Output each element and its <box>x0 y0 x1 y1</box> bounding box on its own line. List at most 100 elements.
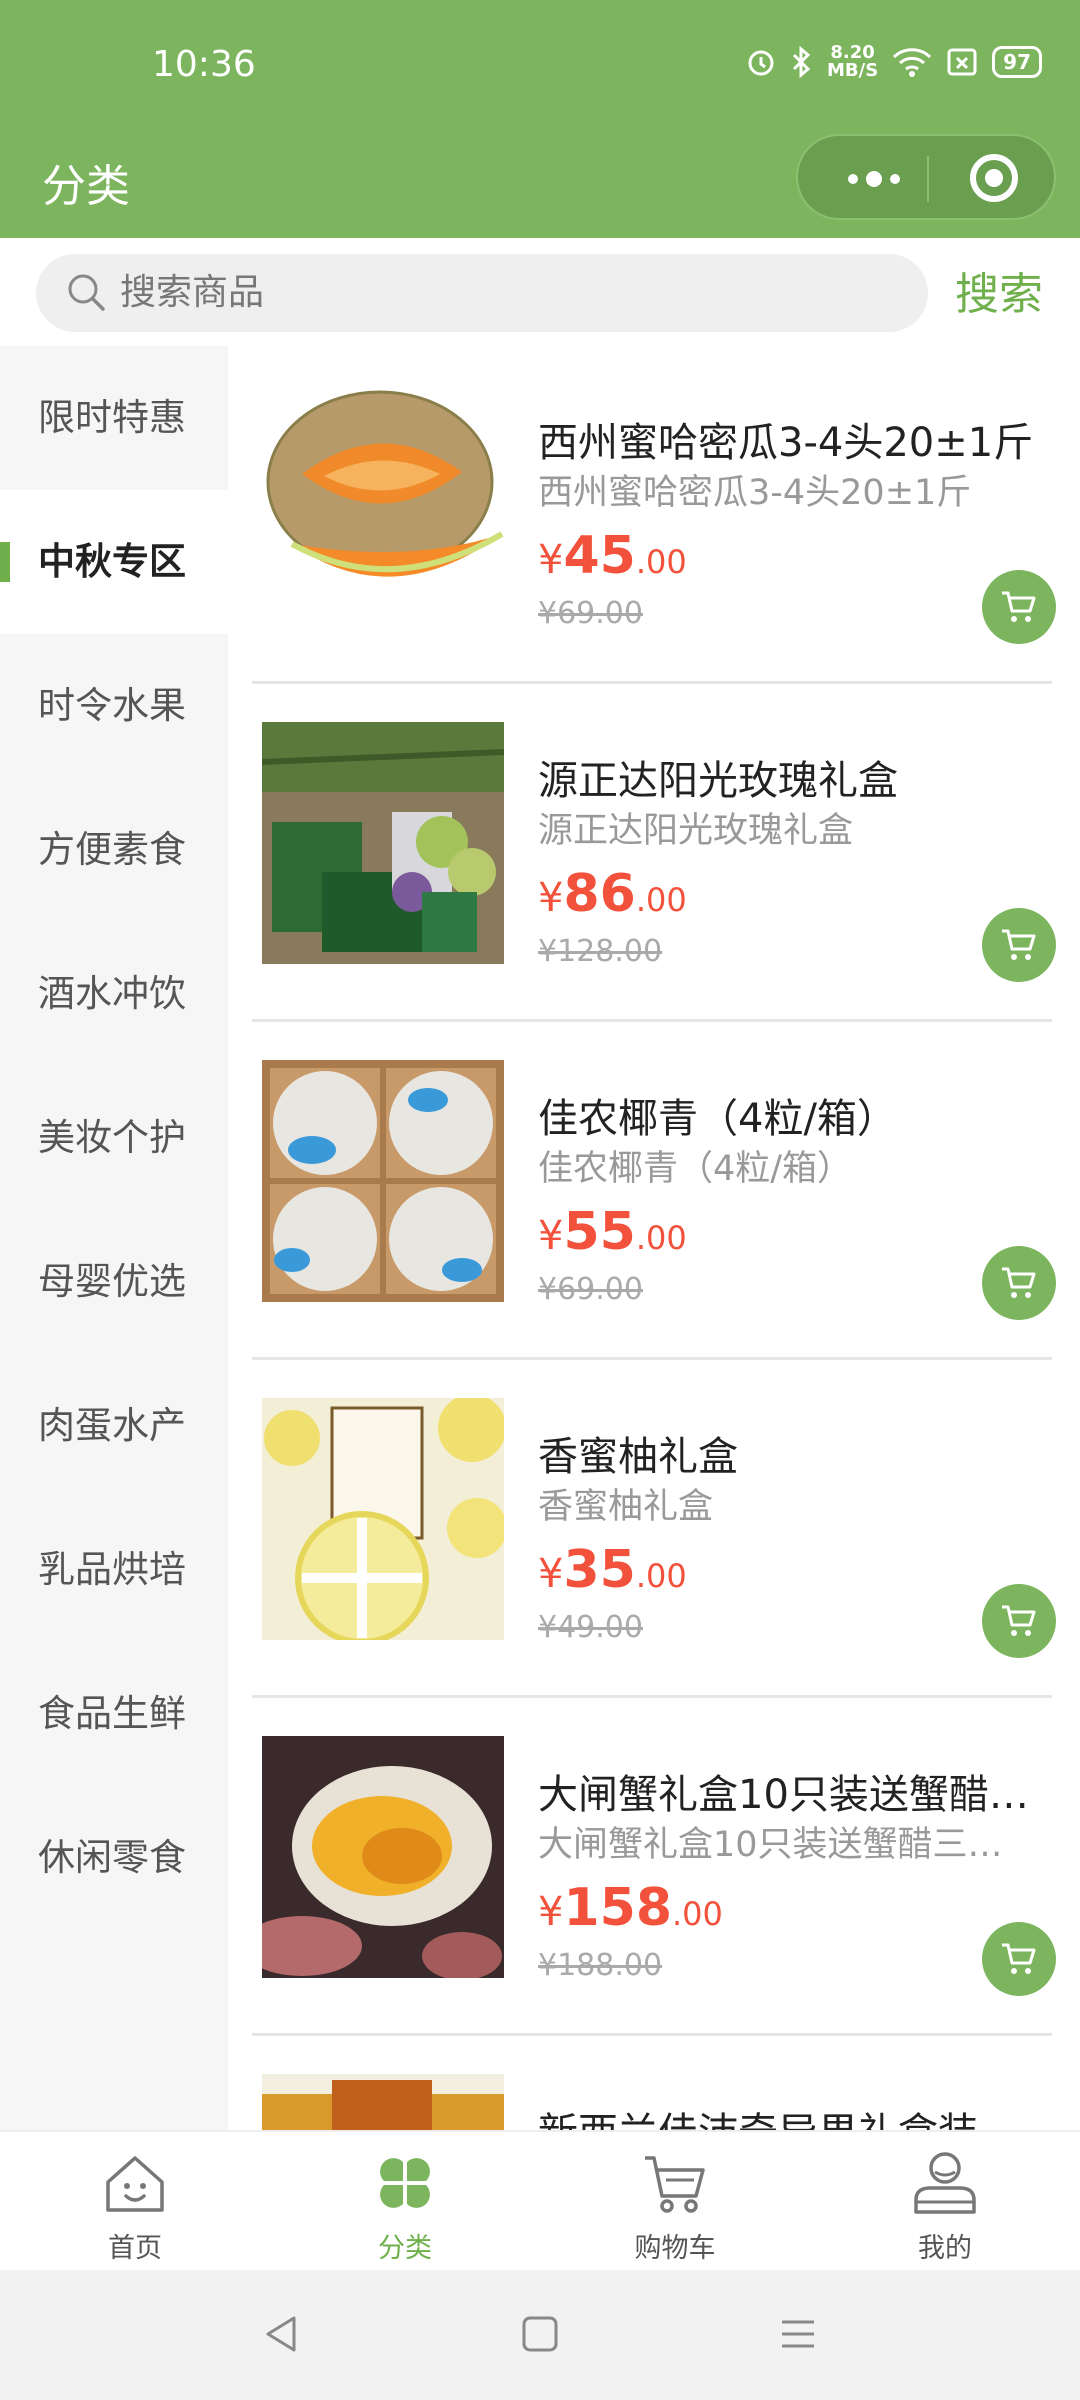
add-to-cart-button[interactable] <box>982 570 1056 644</box>
tab-label: 购物车 <box>634 2233 716 2264</box>
product-list: 西州蜜哈密瓜3-4头20±1斤 西州蜜哈密瓜3-4头20±1斤 ¥45.00 ¥… <box>228 346 1080 2130</box>
product-card[interactable]: 西州蜜哈密瓜3-4头20±1斤 西州蜜哈密瓜3-4头20±1斤 ¥45.00 ¥… <box>252 346 1056 684</box>
product-price: ¥158.00 <box>538 1878 723 1938</box>
sidebar-item-baby[interactable]: 母婴优选 <box>0 1210 228 1354</box>
product-image-kiwi <box>262 2074 504 2130</box>
add-to-cart-button[interactable] <box>982 1246 1056 1320</box>
product-image-pomelo <box>262 1398 504 1640</box>
sidebar-item-snacks[interactable]: 休闲零食 <box>0 1786 228 1930</box>
sidebar-item-dairy-bakery[interactable]: 乳品烘培 <box>0 1498 228 1642</box>
product-card[interactable]: 新西兰佳沛奇异果礼盒装 <box>252 2036 1052 2130</box>
tab-label: 分类 <box>378 2233 432 2264</box>
original-price: ¥188.00 <box>538 1948 663 1983</box>
product-image-coconut <box>262 1060 504 1302</box>
product-name: 源正达阳光玫瑰礼盒 <box>538 758 898 804</box>
product-card[interactable]: 佳农椰青（4粒/箱） 佳农椰青（4粒/箱） ¥55.00 ¥69.00 <box>252 1022 1056 1360</box>
cart-icon <box>1002 1605 1036 1636</box>
product-name: 香蜜柚礼盒 <box>538 1434 738 1480</box>
product-price: ¥35.00 <box>538 1540 687 1600</box>
add-to-cart-button[interactable] <box>982 1584 1056 1658</box>
cart-icon <box>1002 1943 1036 1974</box>
add-to-cart-button[interactable] <box>982 1922 1056 1996</box>
sidebar-item-seasonal-fruit[interactable]: 时令水果 <box>0 634 228 778</box>
bottom-tab-bar: 首页 分类 购物车 我的 <box>0 2130 1080 2270</box>
price-integer: 86 <box>563 864 636 924</box>
original-price: ¥69.00 <box>538 1272 643 1307</box>
page-title: 分类 <box>42 161 130 212</box>
product-name: 大闸蟹礼盒10只装送蟹醋… <box>538 1772 1029 1818</box>
search-button[interactable]: 搜索 <box>955 258 1043 322</box>
product-name: 西州蜜哈密瓜3-4头20±1斤 <box>538 420 1034 466</box>
original-price: ¥49.00 <box>538 1610 643 1645</box>
miniprogram-capsule <box>796 134 1056 220</box>
status-bar: 10:36 8.20 MB/S 97 <box>0 0 1080 120</box>
price-decimal: .00 <box>635 1557 687 1595</box>
cart-icon <box>645 2156 705 2213</box>
status-icons: 8.20 MB/S 97 <box>745 44 1042 80</box>
product-image-melon <box>262 384 504 626</box>
price-currency: ¥ <box>538 1889 564 1935</box>
wifi-icon <box>893 48 932 77</box>
cart-icon <box>1002 591 1036 622</box>
product-image-crab <box>262 1736 504 1978</box>
price-decimal: .00 <box>672 1895 723 1933</box>
tab-category[interactable]: 分类 <box>270 2132 540 2272</box>
category-sidebar: 限时特惠 中秋专区 时令水果 方便素食 酒水冲饮 美妆个护 母婴优选 肉蛋水产 … <box>0 346 228 2130</box>
product-desc: 源正达阳光玫瑰礼盒 <box>538 811 854 851</box>
sidebar-item-fresh-food[interactable]: 食品生鲜 <box>0 1642 228 1786</box>
original-price: ¥69.00 <box>538 596 643 631</box>
sidebar-item-meat-eggs-seafood[interactable]: 肉蛋水产 <box>0 1354 228 1498</box>
clover-icon <box>380 2158 430 2208</box>
product-desc: 大闸蟹礼盒10只装送蟹醋三… <box>538 1825 1003 1865</box>
search-box[interactable] <box>36 254 928 332</box>
product-name: 新西兰佳沛奇异果礼盒装 <box>538 2100 1048 2130</box>
product-desc: 西州蜜哈密瓜3-4头20±1斤 <box>538 473 972 513</box>
price-currency: ¥ <box>538 1213 564 1259</box>
more-icon[interactable] <box>834 160 914 198</box>
user-icon <box>914 2152 976 2214</box>
add-to-cart-button[interactable] <box>982 908 1056 982</box>
sidebar-item-beauty[interactable]: 美妆个护 <box>0 1066 228 1210</box>
cart-icon <box>1002 929 1036 960</box>
product-card[interactable]: 大闸蟹礼盒10只装送蟹醋… 大闸蟹礼盒10只装送蟹醋三… ¥158.00 ¥18… <box>252 1698 1056 2036</box>
product-price: ¥86.00 <box>538 864 687 924</box>
price-integer: 45 <box>563 526 636 586</box>
home-icon <box>106 2156 164 2212</box>
status-time: 10:36 <box>152 44 256 85</box>
sidebar-item-drinks[interactable]: 酒水冲饮 <box>0 922 228 1066</box>
sim-icon <box>947 48 977 76</box>
search-input[interactable] <box>120 254 900 332</box>
tab-home[interactable]: 首页 <box>0 2132 270 2272</box>
tab-cart[interactable]: 购物车 <box>540 2132 810 2272</box>
price-integer: 35 <box>563 1540 636 1600</box>
product-desc: 香蜜柚礼盒 <box>538 1487 714 1527</box>
close-miniprogram-icon[interactable] <box>970 154 1018 202</box>
sidebar-item-mid-autumn[interactable]: 中秋专区 <box>0 490 228 634</box>
product-price: ¥45.00 <box>538 526 687 586</box>
capsule-divider <box>927 156 929 202</box>
speed-unit: MB/S <box>826 60 879 81</box>
price-currency: ¥ <box>538 537 564 583</box>
product-card[interactable]: 源正达阳光玫瑰礼盒 源正达阳光玫瑰礼盒 ¥86.00 ¥128.00 <box>252 684 1056 1022</box>
product-name: 佳农椰青（4粒/箱） <box>538 1096 897 1142</box>
tab-mine[interactable]: 我的 <box>810 2132 1080 2272</box>
tab-label: 我的 <box>918 2233 972 2264</box>
alarm-icon <box>748 50 774 76</box>
price-decimal: .00 <box>635 1219 687 1257</box>
back-icon[interactable] <box>262 2314 302 2354</box>
product-desc: 佳农椰青（4粒/箱） <box>538 1149 853 1189</box>
home-nav-icon[interactable] <box>520 2314 560 2354</box>
price-integer: 158 <box>563 1878 672 1938</box>
product-image-grapes <box>262 722 504 964</box>
tab-label: 首页 <box>108 2233 162 2264</box>
search-bar: 搜索 <box>0 238 1080 346</box>
recents-icon[interactable] <box>778 2314 818 2354</box>
product-card[interactable]: 香蜜柚礼盒 香蜜柚礼盒 ¥35.00 ¥49.00 <box>252 1360 1056 1698</box>
nav-bar: 分类 <box>0 120 1080 238</box>
sidebar-item-convenience-food[interactable]: 方便素食 <box>0 778 228 922</box>
search-icon <box>68 274 105 311</box>
price-decimal: .00 <box>635 543 687 581</box>
system-nav-bar <box>0 2270 1080 2400</box>
sidebar-item-limited-deals[interactable]: 限时特惠 <box>0 346 228 490</box>
cart-icon <box>1002 1267 1036 1298</box>
